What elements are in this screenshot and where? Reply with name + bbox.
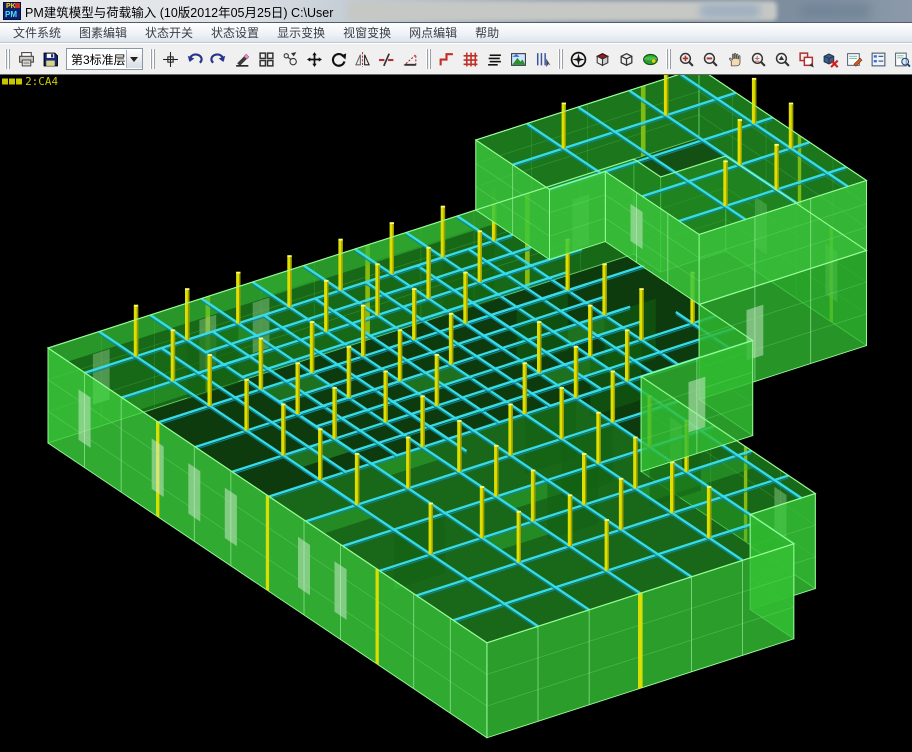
btn-image-view[interactable]: [507, 47, 531, 71]
layer-select-button[interactable]: [126, 50, 142, 68]
toolbar-group-draw: [435, 47, 555, 71]
btn-extend[interactable]: [399, 47, 423, 71]
model-canvas[interactable]: ■■■ 2:CA4: [0, 75, 912, 752]
menu-item-display-transform[interactable]: 显示变换: [268, 22, 334, 43]
menu-item-file-system[interactable]: 文件系统: [4, 22, 70, 43]
btn-erase[interactable]: [231, 47, 255, 71]
titlebar-blur: [700, 4, 760, 18]
btn-zoom-out[interactable]: [699, 47, 723, 71]
btn-options[interactable]: [867, 47, 891, 71]
svg-text:±: ±: [755, 53, 760, 64]
btn-rotate[interactable]: [327, 47, 351, 71]
toolbar-group-file: [14, 47, 62, 71]
btn-axis-step[interactable]: [435, 47, 459, 71]
app-icon: PK PM: [3, 2, 21, 20]
btn-move[interactable]: [303, 47, 327, 71]
model-3d[interactable]: [0, 75, 912, 752]
btn-grid[interactable]: [459, 47, 483, 71]
menu-item-status-toggle[interactable]: 状态开关: [136, 22, 202, 43]
toolbar-group-view-mode: [567, 47, 663, 71]
btn-section-lines[interactable]: [531, 47, 555, 71]
btn-hatch-lines[interactable]: [483, 47, 507, 71]
toolbar-grip[interactable]: [558, 49, 564, 69]
titlebar-blur: [800, 3, 870, 19]
toolbar-grip[interactable]: [426, 49, 432, 69]
app-window: PK PM PM建筑模型与荷载输入 (10版2012年05月25日) C:\Us…: [0, 0, 912, 752]
btn-zoom-prev[interactable]: [771, 47, 795, 71]
toolbar-grip[interactable]: [150, 49, 156, 69]
toolbar: 第3标准层 ±: [0, 43, 912, 75]
btn-save[interactable]: [38, 47, 62, 71]
btn-delete-view[interactable]: [819, 47, 843, 71]
menu-item-grid-point-edit[interactable]: 网点编辑: [400, 22, 466, 43]
btn-pan[interactable]: [723, 47, 747, 71]
title-bar: PK PM PM建筑模型与荷载输入 (10版2012年05月25日) C:\Us…: [0, 0, 912, 23]
menu-bar: 文件系统图素编辑状态开关状态设置显示变换视窗变换网点编辑帮助: [0, 23, 912, 43]
btn-break-line[interactable]: [375, 47, 399, 71]
btn-edit-dialog[interactable]: [843, 47, 867, 71]
layer-marks: ■■■: [2, 76, 23, 87]
toolbar-grip[interactable]: [5, 49, 11, 69]
btn-pick-select[interactable]: [279, 47, 303, 71]
menu-item-viewport-transform[interactable]: 视窗变换: [334, 22, 400, 43]
btn-zoom-scale[interactable]: ±: [747, 47, 771, 71]
btn-compass[interactable]: [567, 47, 591, 71]
btn-array-copy[interactable]: [255, 47, 279, 71]
view-label-text: 2:CA4: [25, 75, 58, 88]
btn-print[interactable]: [14, 47, 38, 71]
btn-mirror[interactable]: [351, 47, 375, 71]
btn-snap-point[interactable]: [159, 47, 183, 71]
toolbar-grip[interactable]: [666, 49, 672, 69]
btn-wire-view[interactable]: [615, 47, 639, 71]
layer-select-value: 第3标准层: [67, 51, 126, 68]
toolbar-group-zoom: ±: [675, 47, 912, 71]
view-label: ■■■ 2:CA4: [2, 75, 58, 88]
window-title: PM建筑模型与荷载输入 (10版2012年05月25日) C:\User: [25, 2, 333, 21]
btn-zoom-in[interactable]: [675, 47, 699, 71]
btn-undo[interactable]: [183, 47, 207, 71]
menu-item-element-edit[interactable]: 图素编辑: [70, 22, 136, 43]
btn-render-view[interactable]: [639, 47, 663, 71]
menu-item-status-settings[interactable]: 状态设置: [202, 22, 268, 43]
standard-layer-select[interactable]: 第3标准层: [66, 48, 143, 70]
btn-solid-view[interactable]: [591, 47, 615, 71]
btn-copy-view[interactable]: [795, 47, 819, 71]
chevron-down-icon: [130, 57, 138, 62]
btn-redo[interactable]: [207, 47, 231, 71]
menu-item-help[interactable]: 帮助: [466, 22, 508, 43]
btn-find[interactable]: [891, 47, 912, 71]
toolbar-group-edit: [159, 47, 423, 71]
